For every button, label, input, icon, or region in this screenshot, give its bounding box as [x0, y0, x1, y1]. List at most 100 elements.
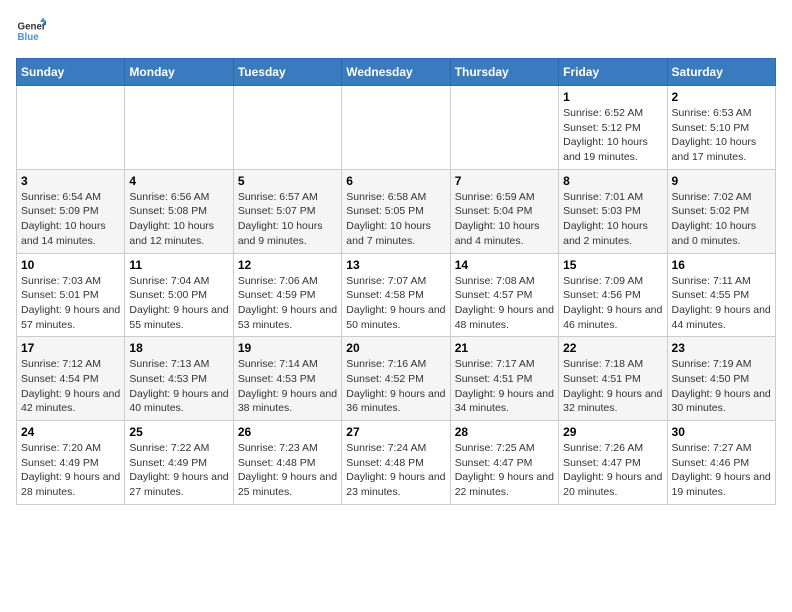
column-header-saturday: Saturday: [667, 59, 775, 86]
day-number: 28: [455, 425, 554, 439]
day-number: 25: [129, 425, 228, 439]
calendar-cell: 18 Sunrise: 7:13 AM Sunset: 4:53 PM Dayli…: [125, 337, 233, 421]
calendar-cell: 13 Sunrise: 7:07 AM Sunset: 4:58 PM Dayli…: [342, 253, 450, 337]
day-number: 5: [238, 174, 337, 188]
day-info: Sunrise: 7:23 AM Sunset: 4:48 PM Dayligh…: [238, 441, 337, 500]
calendar-cell: 20 Sunrise: 7:16 AM Sunset: 4:52 PM Dayli…: [342, 337, 450, 421]
day-info: Sunrise: 7:18 AM Sunset: 4:51 PM Dayligh…: [563, 357, 662, 416]
day-number: 27: [346, 425, 445, 439]
calendar-week-2: 10Sunrise: 7:03 AM Sunset: 5:01 PM Dayli…: [17, 253, 776, 337]
calendar-table: SundayMondayTuesdayWednesdayThursdayFrid…: [16, 58, 776, 505]
column-header-thursday: Thursday: [450, 59, 558, 86]
day-number: 16: [672, 258, 771, 272]
column-header-sunday: Sunday: [17, 59, 125, 86]
day-number: 29: [563, 425, 662, 439]
calendar-cell: 25 Sunrise: 7:22 AM Sunset: 4:49 PM Dayli…: [125, 421, 233, 505]
day-info: Sunrise: 7:03 AM Sunset: 5:01 PM Dayligh…: [21, 274, 120, 333]
column-header-monday: Monday: [125, 59, 233, 86]
calendar-week-3: 17 Sunrise: 7:12 AM Sunset: 4:54 PM Dayli…: [17, 337, 776, 421]
calendar-cell: 10Sunrise: 7:03 AM Sunset: 5:01 PM Dayli…: [17, 253, 125, 337]
day-number: 24: [21, 425, 120, 439]
day-info: Sunrise: 6:57 AM Sunset: 5:07 PM Dayligh…: [238, 190, 337, 249]
day-info: Sunrise: 7:16 AM Sunset: 4:52 PM Dayligh…: [346, 357, 445, 416]
calendar-cell: [125, 86, 233, 170]
day-number: 21: [455, 341, 554, 355]
calendar-header-row: SundayMondayTuesdayWednesdayThursdayFrid…: [17, 59, 776, 86]
calendar-cell: 23 Sunrise: 7:19 AM Sunset: 4:50 PM Dayli…: [667, 337, 775, 421]
day-info: Sunrise: 7:06 AM Sunset: 4:59 PM Dayligh…: [238, 274, 337, 333]
calendar-cell: 29Sunrise: 7:26 AM Sunset: 4:47 PM Dayli…: [559, 421, 667, 505]
day-info: Sunrise: 6:53 AM Sunset: 5:10 PM Dayligh…: [672, 106, 771, 165]
calendar-cell: 30 Sunrise: 7:27 AM Sunset: 4:46 PM Dayli…: [667, 421, 775, 505]
calendar-cell: 14 Sunrise: 7:08 AM Sunset: 4:57 PM Dayli…: [450, 253, 558, 337]
day-number: 13: [346, 258, 445, 272]
calendar-cell: 15Sunrise: 7:09 AM Sunset: 4:56 PM Dayli…: [559, 253, 667, 337]
day-info: Sunrise: 6:59 AM Sunset: 5:04 PM Dayligh…: [455, 190, 554, 249]
logo: General Blue: [16, 16, 46, 46]
day-number: 9: [672, 174, 771, 188]
calendar-cell: 1 Sunrise: 6:52 AM Sunset: 5:12 PM Daylig…: [559, 86, 667, 170]
page-header: General Blue: [16, 16, 776, 46]
day-info: Sunrise: 6:52 AM Sunset: 5:12 PM Dayligh…: [563, 106, 662, 165]
day-number: 11: [129, 258, 228, 272]
column-header-friday: Friday: [559, 59, 667, 86]
day-info: Sunrise: 6:56 AM Sunset: 5:08 PM Dayligh…: [129, 190, 228, 249]
calendar-week-4: 24 Sunrise: 7:20 AM Sunset: 4:49 PM Dayli…: [17, 421, 776, 505]
calendar-cell: 28 Sunrise: 7:25 AM Sunset: 4:47 PM Dayli…: [450, 421, 558, 505]
day-info: Sunrise: 7:27 AM Sunset: 4:46 PM Dayligh…: [672, 441, 771, 500]
day-number: 20: [346, 341, 445, 355]
calendar-cell: 19 Sunrise: 7:14 AM Sunset: 4:53 PM Dayli…: [233, 337, 341, 421]
calendar-week-1: 3Sunrise: 6:54 AM Sunset: 5:09 PM Daylig…: [17, 169, 776, 253]
day-info: Sunrise: 7:12 AM Sunset: 4:54 PM Dayligh…: [21, 357, 120, 416]
day-info: Sunrise: 7:09 AM Sunset: 4:56 PM Dayligh…: [563, 274, 662, 333]
day-info: Sunrise: 7:08 AM Sunset: 4:57 PM Dayligh…: [455, 274, 554, 333]
column-header-wednesday: Wednesday: [342, 59, 450, 86]
day-info: Sunrise: 7:17 AM Sunset: 4:51 PM Dayligh…: [455, 357, 554, 416]
day-info: Sunrise: 7:22 AM Sunset: 4:49 PM Dayligh…: [129, 441, 228, 500]
calendar-cell: 22 Sunrise: 7:18 AM Sunset: 4:51 PM Dayli…: [559, 337, 667, 421]
day-number: 30: [672, 425, 771, 439]
column-header-tuesday: Tuesday: [233, 59, 341, 86]
day-info: Sunrise: 7:07 AM Sunset: 4:58 PM Dayligh…: [346, 274, 445, 333]
logo-icon: General Blue: [16, 16, 46, 46]
day-info: Sunrise: 7:19 AM Sunset: 4:50 PM Dayligh…: [672, 357, 771, 416]
day-info: Sunrise: 7:02 AM Sunset: 5:02 PM Dayligh…: [672, 190, 771, 249]
calendar-cell: 12 Sunrise: 7:06 AM Sunset: 4:59 PM Dayli…: [233, 253, 341, 337]
day-number: 4: [129, 174, 228, 188]
day-info: Sunrise: 7:13 AM Sunset: 4:53 PM Dayligh…: [129, 357, 228, 416]
day-info: Sunrise: 7:24 AM Sunset: 4:48 PM Dayligh…: [346, 441, 445, 500]
day-number: 23: [672, 341, 771, 355]
calendar-cell: 16 Sunrise: 7:11 AM Sunset: 4:55 PM Dayli…: [667, 253, 775, 337]
calendar-week-0: 1 Sunrise: 6:52 AM Sunset: 5:12 PM Daylig…: [17, 86, 776, 170]
calendar-cell: 11 Sunrise: 7:04 AM Sunset: 5:00 PM Dayli…: [125, 253, 233, 337]
day-info: Sunrise: 7:20 AM Sunset: 4:49 PM Dayligh…: [21, 441, 120, 500]
day-info: Sunrise: 7:01 AM Sunset: 5:03 PM Dayligh…: [563, 190, 662, 249]
calendar-cell: 27 Sunrise: 7:24 AM Sunset: 4:48 PM Dayli…: [342, 421, 450, 505]
day-number: 19: [238, 341, 337, 355]
day-info: Sunrise: 7:14 AM Sunset: 4:53 PM Dayligh…: [238, 357, 337, 416]
day-number: 8: [563, 174, 662, 188]
calendar-cell: 26Sunrise: 7:23 AM Sunset: 4:48 PM Dayli…: [233, 421, 341, 505]
calendar-cell: [342, 86, 450, 170]
calendar-cell: 9 Sunrise: 7:02 AM Sunset: 5:02 PM Daylig…: [667, 169, 775, 253]
day-number: 12: [238, 258, 337, 272]
day-info: Sunrise: 7:11 AM Sunset: 4:55 PM Dayligh…: [672, 274, 771, 333]
calendar-cell: 6Sunrise: 6:58 AM Sunset: 5:05 PM Daylig…: [342, 169, 450, 253]
day-info: Sunrise: 7:04 AM Sunset: 5:00 PM Dayligh…: [129, 274, 228, 333]
day-number: 17: [21, 341, 120, 355]
calendar-cell: 21 Sunrise: 7:17 AM Sunset: 4:51 PM Dayli…: [450, 337, 558, 421]
day-info: Sunrise: 7:25 AM Sunset: 4:47 PM Dayligh…: [455, 441, 554, 500]
calendar-cell: [233, 86, 341, 170]
day-number: 1: [563, 90, 662, 104]
day-number: 7: [455, 174, 554, 188]
day-number: 14: [455, 258, 554, 272]
day-number: 18: [129, 341, 228, 355]
calendar-cell: 3Sunrise: 6:54 AM Sunset: 5:09 PM Daylig…: [17, 169, 125, 253]
day-number: 22: [563, 341, 662, 355]
calendar-cell: 2 Sunrise: 6:53 AM Sunset: 5:10 PM Daylig…: [667, 86, 775, 170]
day-number: 6: [346, 174, 445, 188]
calendar-cell: 8 Sunrise: 7:01 AM Sunset: 5:03 PM Daylig…: [559, 169, 667, 253]
day-number: 2: [672, 90, 771, 104]
calendar-cell: 24 Sunrise: 7:20 AM Sunset: 4:49 PM Dayli…: [17, 421, 125, 505]
calendar-cell: 17 Sunrise: 7:12 AM Sunset: 4:54 PM Dayli…: [17, 337, 125, 421]
